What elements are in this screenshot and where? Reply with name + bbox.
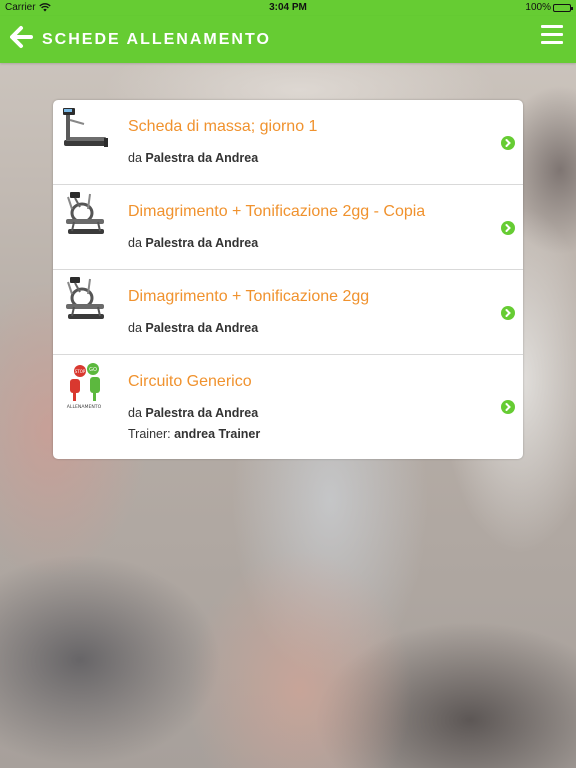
chevron-right-icon[interactable]: [501, 306, 515, 320]
trainer-name: andrea Trainer: [174, 427, 261, 441]
trainer-prefix: Trainer:: [128, 427, 171, 441]
chevron-right-icon[interactable]: [501, 221, 515, 235]
workout-author: da Palestra da Andrea: [128, 236, 258, 250]
battery-percentage: 100%: [525, 2, 551, 13]
workout-item[interactable]: Dimagrimento + Tonificazione 2gg - Copia…: [53, 185, 523, 270]
thumbnail-caption: ALLENAMENTO: [67, 404, 102, 410]
hamburger-menu-icon[interactable]: [541, 25, 563, 45]
chevron-right-icon[interactable]: [501, 400, 515, 414]
stop-badge: STOP: [75, 369, 86, 374]
gym-name: Palestra da Andrea: [145, 406, 259, 420]
workout-author: da Palestra da Andrea: [128, 406, 258, 420]
workout-list: Scheda di massa; giorno 1 da Palestra da…: [53, 100, 523, 459]
page-title: SCHEDE ALLENAMENTO: [42, 31, 271, 48]
author-prefix: da: [128, 321, 142, 335]
workout-author: da Palestra da Andrea: [128, 321, 258, 335]
workout-title: Circuito Generico: [128, 373, 252, 390]
elliptical-trainer-icon: [60, 274, 112, 326]
workout-item[interactable]: STOP GO ALLENAMENTO Circuito Generico da…: [53, 355, 523, 459]
treadmill-icon: [60, 104, 112, 156]
stop-go-allenamento-icon: STOP GO ALLENAMENTO: [60, 359, 112, 411]
chevron-right-icon[interactable]: [501, 136, 515, 150]
status-time: 3:04 PM: [269, 2, 307, 13]
battery-icon: [553, 4, 573, 12]
workout-author: da Palestra da Andrea: [128, 151, 258, 165]
go-badge: GO: [89, 367, 97, 373]
workout-item[interactable]: Scheda di massa; giorno 1 da Palestra da…: [53, 100, 523, 185]
navigation-bar: SCHEDE ALLENAMENTO: [0, 16, 576, 63]
workout-title: Scheda di massa; giorno 1: [128, 118, 318, 135]
author-prefix: da: [128, 406, 142, 420]
gym-name: Palestra da Andrea: [145, 151, 259, 165]
elliptical-trainer-icon: [60, 189, 112, 241]
gym-name: Palestra da Andrea: [145, 321, 259, 335]
author-prefix: da: [128, 236, 142, 250]
workout-trainer: Trainer: andrea Trainer: [128, 427, 260, 441]
author-prefix: da: [128, 151, 142, 165]
status-bar: Carrier 3:04 PM 100%: [0, 0, 576, 16]
gym-name: Palestra da Andrea: [145, 236, 259, 250]
workout-title: Dimagrimento + Tonificazione 2gg: [128, 288, 370, 305]
back-arrow-icon[interactable]: [10, 25, 34, 49]
workout-item[interactable]: Dimagrimento + Tonificazione 2gg da Pale…: [53, 270, 523, 355]
workout-title: Dimagrimento + Tonificazione 2gg - Copia: [128, 203, 426, 220]
